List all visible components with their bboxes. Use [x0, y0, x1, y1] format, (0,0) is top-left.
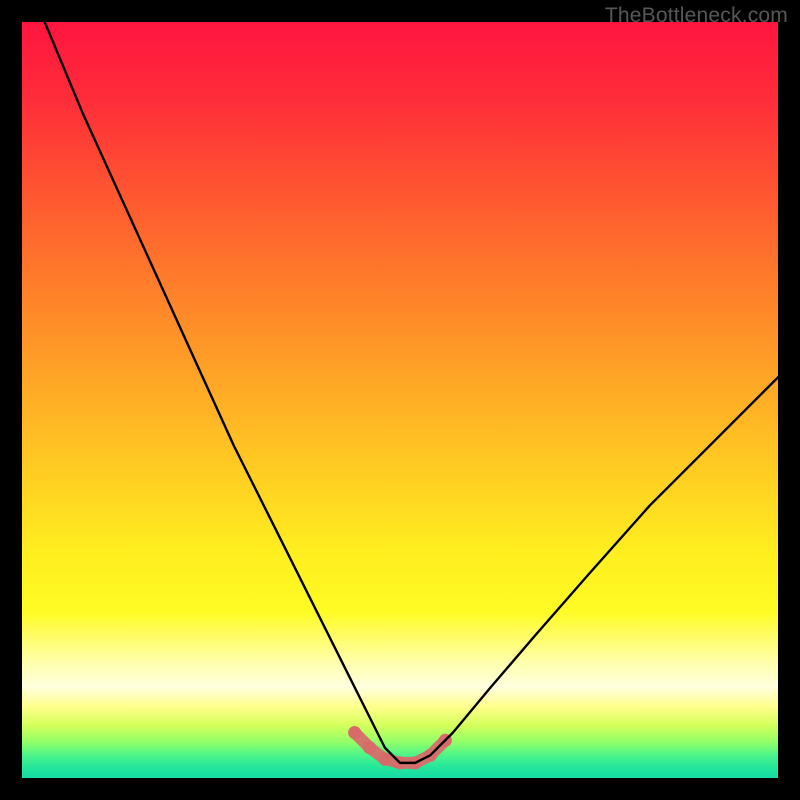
- bottleneck-curve: [45, 22, 778, 763]
- valley-dot: [348, 726, 361, 739]
- curve-layer: [22, 22, 778, 778]
- plot-area: [22, 22, 778, 778]
- valley-dot: [363, 741, 376, 754]
- chart-stage: TheBottleneck.com: [0, 0, 800, 800]
- valley-dot: [378, 753, 391, 766]
